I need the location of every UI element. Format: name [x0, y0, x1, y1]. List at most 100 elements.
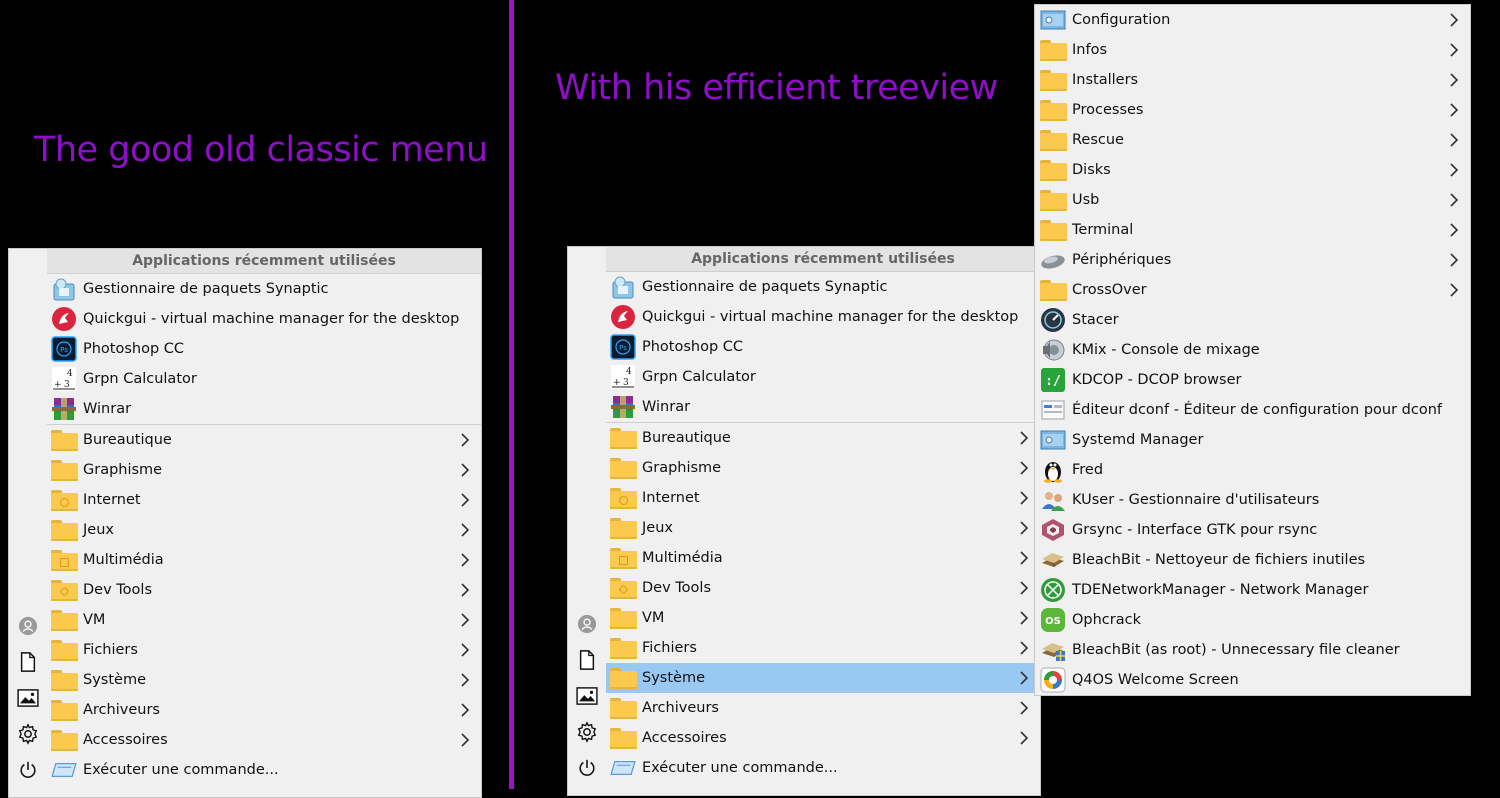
submenu-item-bleachbit[interactable]: BleachBit - Nettoyeur de fichiers inutil…	[1035, 545, 1470, 575]
category-dev-tools[interactable]: Dev Tools	[606, 573, 1040, 603]
recent-app-grpn[interactable]: 4 +3 Grpn Calculator	[47, 364, 481, 394]
category-label: VM	[83, 612, 106, 628]
synaptic-icon	[609, 273, 637, 301]
category-fichiers[interactable]: Fichiers	[47, 635, 481, 665]
category-bureautique[interactable]: Bureautique	[606, 423, 1040, 453]
category-archiveurs[interactable]: Archiveurs	[606, 693, 1040, 723]
power-icon[interactable]	[576, 757, 598, 779]
category-multimedia[interactable]: Multimédia	[606, 543, 1040, 573]
submenu-item-editeur[interactable]: Éditeur dconf - Éditeur de configuration…	[1035, 395, 1470, 425]
document-icon[interactable]	[576, 649, 598, 671]
user-icon[interactable]	[576, 613, 598, 635]
submenu-item-q4os[interactable]: Q4OS Welcome Screen	[1035, 665, 1470, 695]
chevron-right-icon	[1448, 283, 1460, 297]
folder-icon	[1039, 69, 1067, 91]
submenu-item-processes[interactable]: Processes	[1035, 95, 1470, 125]
submenu-item-terminal[interactable]: Terminal	[1035, 215, 1470, 245]
submenu-item-fred[interactable]: Fred	[1035, 455, 1470, 485]
category-vm[interactable]: VM	[606, 603, 1040, 633]
submenu-item-systemd[interactable]: Systemd Manager	[1035, 425, 1470, 455]
folder-icon	[1039, 99, 1067, 121]
recent-apps-header: Applications récemment utilisées	[47, 249, 481, 274]
menu-list: Applications récemment utilisées Gestionn…	[606, 247, 1040, 783]
category-label: Jeux	[642, 520, 673, 536]
recent-app-grpn[interactable]: 4 +3 Grpn Calculator	[606, 362, 1040, 392]
recent-app-gestionnaire[interactable]: Gestionnaire de paquets Synaptic	[47, 274, 481, 304]
submenu-item-label: Systemd Manager	[1072, 432, 1204, 448]
chevron-right-icon	[459, 733, 471, 747]
category-label: Accessoires	[642, 730, 727, 746]
category-multimedia[interactable]: Multimédia	[47, 545, 481, 575]
category-systeme[interactable]: Système	[606, 663, 1040, 693]
caption-treeview: With his efficient treeview	[555, 68, 998, 108]
run-command-item[interactable]: Exécuter une commande...	[47, 755, 481, 785]
run-command-item[interactable]: Exécuter une commande...	[606, 753, 1040, 783]
category-accessoires[interactable]: Accessoires	[47, 725, 481, 755]
recent-app-gestionnaire[interactable]: Gestionnaire de paquets Synaptic	[606, 272, 1040, 302]
folder-icon	[1039, 159, 1067, 181]
recent-app-label: Winrar	[83, 401, 132, 417]
category-graphisme[interactable]: Graphisme	[47, 455, 481, 485]
category-fichiers[interactable]: Fichiers	[606, 633, 1040, 663]
recent-app-winrar[interactable]: Winrar	[606, 392, 1040, 422]
recent-app-winrar[interactable]: Winrar	[47, 394, 481, 424]
classic-menu: Applications récemment utilisées Gestionn…	[8, 248, 482, 798]
submenu-item-disks[interactable]: Disks	[1035, 155, 1470, 185]
category-internet[interactable]: Internet	[47, 485, 481, 515]
folder-icon	[609, 577, 637, 599]
folder-icon	[609, 637, 637, 659]
image-icon[interactable]	[576, 685, 598, 707]
submenu-item-infos[interactable]: Infos	[1035, 35, 1470, 65]
submenu-item-kdcop[interactable]: :/ KDCOP - DCOP browser	[1035, 365, 1470, 395]
recent-app-photoshop[interactable]: Ps Photoshop CC	[606, 332, 1040, 362]
category-archiveurs[interactable]: Archiveurs	[47, 695, 481, 725]
submenu-item-rescue[interactable]: Rescue	[1035, 125, 1470, 155]
stacer-icon	[1040, 307, 1066, 333]
user-icon[interactable]	[17, 615, 39, 637]
submenu-item-grsync[interactable]: Grsync - Interface GTK pour rsync	[1035, 515, 1470, 545]
document-icon[interactable]	[17, 651, 39, 673]
submenu-item-stacer[interactable]: Stacer	[1035, 305, 1470, 335]
submenu-item-tdenetworkmanager[interactable]: TDENetworkManager - Network Manager	[1035, 575, 1470, 605]
chevron-right-icon	[1448, 43, 1460, 57]
folder-icon	[50, 549, 78, 571]
power-icon[interactable]	[17, 759, 39, 781]
submenu-item-peripheriques[interactable]: Périphériques	[1035, 245, 1470, 275]
chevron-right-icon	[1448, 163, 1460, 177]
category-vm[interactable]: VM	[47, 605, 481, 635]
category-accessoires[interactable]: Accessoires	[606, 723, 1040, 753]
category-dev-tools[interactable]: Dev Tools	[47, 575, 481, 605]
submenu-item-kuser[interactable]: KUser - Gestionnaire d'utilisateurs	[1035, 485, 1470, 515]
submenu-item-crossover[interactable]: CrossOver	[1035, 275, 1470, 305]
category-jeux[interactable]: Jeux	[47, 515, 481, 545]
chevron-right-icon	[1448, 223, 1460, 237]
submenu-item-kmix[interactable]: KMix - Console de mixage	[1035, 335, 1470, 365]
submenu-item-usb[interactable]: Usb	[1035, 185, 1470, 215]
category-graphisme[interactable]: Graphisme	[606, 453, 1040, 483]
menu-sidebar	[568, 247, 606, 795]
menu-sidebar	[9, 249, 47, 797]
chevron-right-icon	[1018, 521, 1030, 535]
recent-app-photoshop[interactable]: Ps Photoshop CC	[47, 334, 481, 364]
submenu-item-ophcrack[interactable]: OS Ophcrack	[1035, 605, 1470, 635]
submenu-item-label: Périphériques	[1072, 252, 1172, 268]
category-internet[interactable]: Internet	[606, 483, 1040, 513]
folder-icon	[50, 729, 78, 751]
submenu-item-installers[interactable]: Installers	[1035, 65, 1470, 95]
image-icon[interactable]	[17, 687, 39, 709]
category-jeux[interactable]: Jeux	[606, 513, 1040, 543]
submenu-item-label: KDCOP - DCOP browser	[1072, 372, 1242, 388]
submenu-item-configuration[interactable]: Configuration	[1035, 5, 1470, 35]
gear-icon[interactable]	[17, 723, 39, 745]
category-systeme[interactable]: Système	[47, 665, 481, 695]
bleachbit-root-icon	[1040, 637, 1066, 663]
recent-app-quickgui[interactable]: Quickgui - virtual machine manager for t…	[606, 302, 1040, 332]
chevron-right-icon	[1018, 701, 1030, 715]
chevron-right-icon	[459, 703, 471, 717]
category-bureautique[interactable]: Bureautique	[47, 425, 481, 455]
recent-app-quickgui[interactable]: Quickgui - virtual machine manager for t…	[47, 304, 481, 334]
gear-icon[interactable]	[576, 721, 598, 743]
category-label: Graphisme	[642, 460, 722, 476]
submenu-item-bleachbit[interactable]: BleachBit (as root) - Unnecessary file c…	[1035, 635, 1470, 665]
category-label: Dev Tools	[642, 580, 711, 596]
